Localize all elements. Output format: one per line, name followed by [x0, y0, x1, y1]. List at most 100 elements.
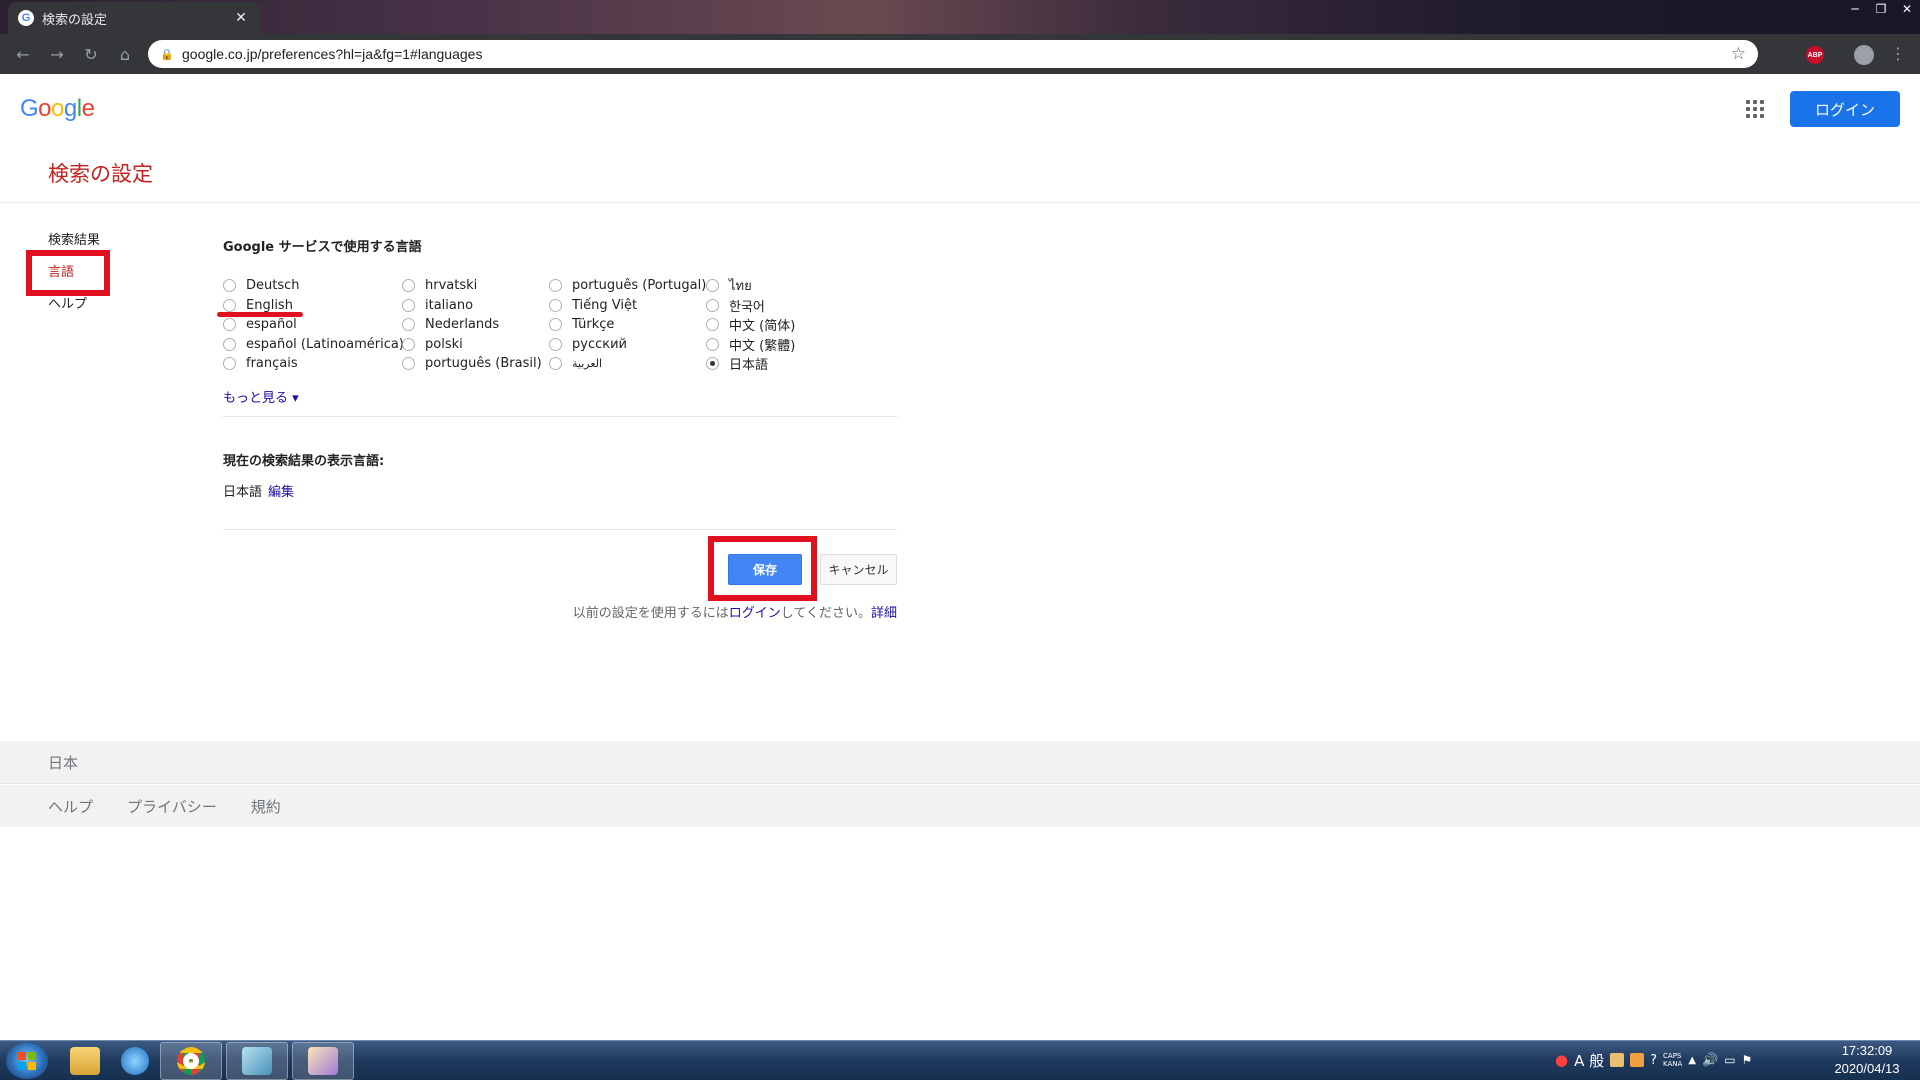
language-option-japanese-selected[interactable]: 日本語: [706, 354, 795, 374]
language-column-1: Deutsch English español español (Latinoa…: [223, 276, 404, 374]
radio-button[interactable]: [549, 357, 562, 371]
ime-indicator[interactable]: A 般: [1574, 1050, 1604, 1071]
radio-button[interactable]: [223, 298, 236, 312]
radio-button[interactable]: [706, 318, 719, 332]
language-option[interactable]: Nederlands: [402, 315, 542, 335]
highlight-box-languages: [26, 250, 110, 296]
language-option[interactable]: 中文 (繁體): [706, 335, 795, 355]
language-option[interactable]: polski: [402, 335, 542, 355]
notepad-icon: [242, 1047, 272, 1075]
login-button[interactable]: ログイン: [1790, 91, 1900, 127]
forward-arrow-icon[interactable]: →: [40, 37, 74, 71]
footer-link-terms[interactable]: 規約: [251, 796, 281, 817]
volume-icon[interactable]: 🔊: [1702, 1053, 1718, 1068]
help-icon[interactable]: ?: [1650, 1053, 1657, 1068]
network-icon[interactable]: ▭: [1724, 1053, 1735, 1067]
language-option[interactable]: português (Brasil): [402, 354, 542, 374]
minimize-icon[interactable]: ─: [1842, 0, 1868, 18]
footer-link-help[interactable]: ヘルプ: [48, 796, 93, 817]
language-option[interactable]: español: [223, 315, 404, 335]
radio-button[interactable]: [549, 337, 562, 351]
alert-icon[interactable]: ●: [1555, 1051, 1568, 1069]
language-column-2: hrvatski italiano Nederlands polski port…: [402, 276, 542, 374]
radio-button[interactable]: [402, 318, 415, 332]
taskbar-clock[interactable]: 17:32:09 2020/04/13: [1820, 1042, 1914, 1078]
taskbar-internet-explorer[interactable]: [104, 1042, 166, 1080]
radio-button[interactable]: [223, 337, 236, 351]
radio-button[interactable]: [223, 318, 236, 332]
language-option[interactable]: Deutsch: [223, 276, 404, 296]
language-option[interactable]: português (Portugal): [549, 276, 706, 296]
language-option[interactable]: français: [223, 354, 404, 374]
language-option[interactable]: русский: [549, 335, 706, 355]
language-option[interactable]: hrvatski: [402, 276, 542, 296]
ime-dictionary-icon[interactable]: [1630, 1053, 1645, 1067]
language-label: Türkçe: [572, 317, 615, 333]
language-label: Deutsch: [246, 278, 300, 294]
login-note-suffix: してください。: [780, 606, 871, 621]
language-option[interactable]: Türkçe: [549, 315, 706, 335]
language-label: español: [246, 317, 297, 333]
details-link[interactable]: 詳細: [871, 606, 897, 621]
radio-button[interactable]: [549, 298, 562, 312]
ime-tool-icon[interactable]: [1610, 1053, 1625, 1067]
browser-tab[interactable]: G 検索の設定 ✕: [8, 2, 260, 34]
bookmark-star-icon[interactable]: ☆: [1731, 44, 1746, 64]
radio-button[interactable]: [402, 357, 415, 371]
google-apps-grid-icon[interactable]: [1746, 100, 1764, 118]
google-favicon-icon: G: [18, 10, 34, 26]
edit-link[interactable]: 編集: [268, 485, 294, 500]
start-button[interactable]: [6, 1043, 48, 1079]
address-bar[interactable]: 🔒 google.co.jp/preferences?hl=ja&fg=1#la…: [148, 40, 1758, 68]
radio-button[interactable]: [402, 279, 415, 293]
header-divider: [0, 202, 1920, 203]
adblock-plus-icon[interactable]: ABP: [1806, 46, 1824, 64]
radio-button[interactable]: [223, 357, 236, 371]
radio-button[interactable]: [223, 279, 236, 293]
taskbar-chrome[interactable]: [160, 1042, 222, 1080]
restore-icon[interactable]: ❐: [1868, 0, 1894, 18]
login-note: 以前の設定を使用するにはログインしてください。詳細: [555, 602, 897, 621]
tab-close-icon[interactable]: ✕: [232, 10, 250, 26]
reload-icon[interactable]: ↻: [74, 37, 108, 71]
language-option[interactable]: 中文 (简体): [706, 315, 795, 335]
login-note-link[interactable]: ログイン: [729, 606, 781, 621]
language-option[interactable]: Tiếng Việt: [549, 296, 706, 316]
language-label: English: [246, 297, 293, 313]
radio-button[interactable]: [706, 337, 719, 351]
language-label: 한국어: [729, 299, 765, 315]
caps-kana-indicator: CAPS KANA: [1663, 1052, 1682, 1068]
taskbar-paint[interactable]: [292, 1042, 354, 1080]
radio-button[interactable]: [402, 337, 415, 351]
radio-button-checked[interactable]: [706, 357, 719, 371]
radio-button[interactable]: [706, 279, 719, 293]
footer-link-privacy[interactable]: プライバシー: [127, 796, 217, 817]
radio-button[interactable]: [402, 298, 415, 312]
browser-menu-icon[interactable]: ⋮: [1890, 44, 1906, 63]
action-center-flag-icon[interactable]: ⚑: [1742, 1053, 1753, 1067]
back-arrow-icon[interactable]: ←: [6, 37, 40, 71]
close-window-icon[interactable]: ✕: [1894, 0, 1920, 18]
language-option[interactable]: ไทย: [706, 276, 795, 296]
language-option[interactable]: العربية: [549, 354, 706, 374]
profile-avatar-icon[interactable]: [1854, 45, 1874, 65]
home-icon[interactable]: ⌂: [108, 37, 142, 71]
cancel-button[interactable]: キャンセル: [820, 554, 897, 585]
language-option[interactable]: italiano: [402, 296, 542, 316]
language-column-3: português (Portugal) Tiếng Việt Türkçe р…: [549, 276, 706, 374]
language-label: ไทย: [729, 279, 752, 295]
google-logo[interactable]: Google: [20, 95, 95, 123]
sidebar-item-help[interactable]: ヘルプ: [48, 296, 100, 328]
radio-button[interactable]: [706, 298, 719, 312]
language-option[interactable]: 한국어: [706, 296, 795, 316]
language-label: Nederlands: [425, 317, 500, 333]
language-option[interactable]: español (Latinoamérica): [223, 335, 404, 355]
radio-button[interactable]: [549, 318, 562, 332]
show-hidden-icons-icon[interactable]: ▲: [1688, 1055, 1696, 1066]
taskbar-app-4[interactable]: [226, 1042, 288, 1080]
system-tray: ● A 般 ? CAPS KANA ▲ 🔊 ▭ ⚑: [1555, 1046, 1752, 1074]
show-more-link[interactable]: もっと見る ▾: [223, 387, 299, 406]
logo-letter: o: [38, 95, 52, 122]
radio-button[interactable]: [549, 279, 562, 293]
current-language-value: 日本語: [223, 485, 263, 500]
